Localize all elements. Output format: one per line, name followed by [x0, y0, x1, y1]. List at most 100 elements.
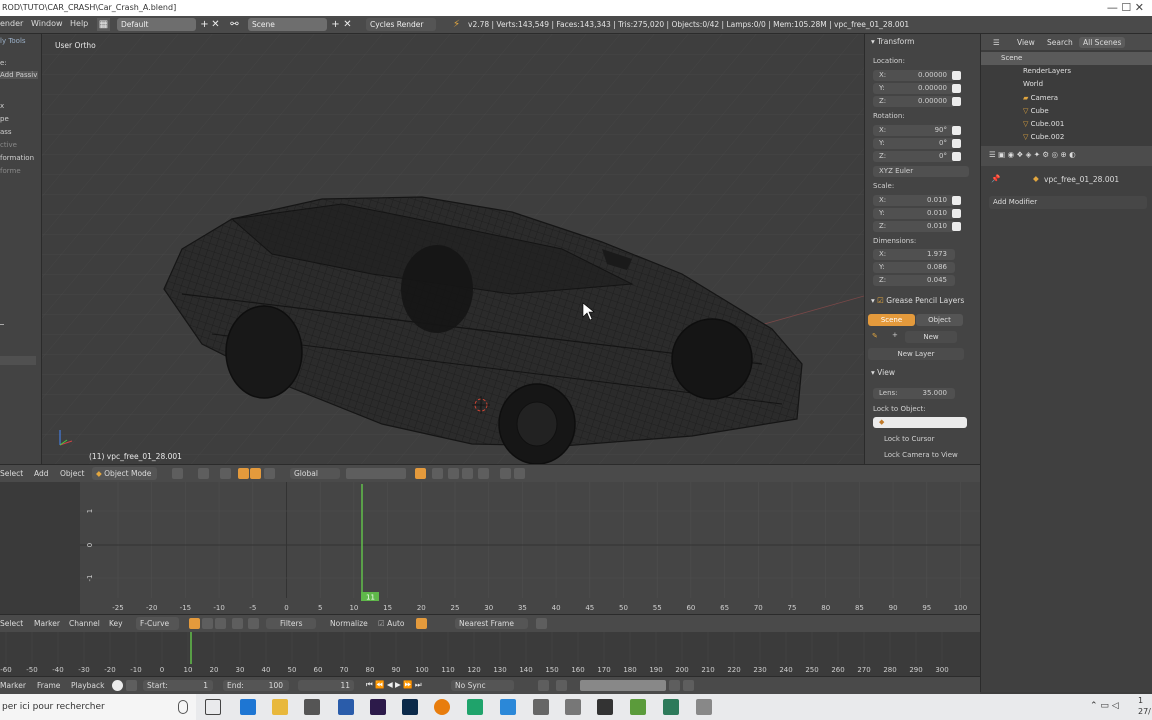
- camera-render-icon[interactable]: [514, 468, 525, 479]
- lens-field[interactable]: Lens: 35.000: [873, 388, 955, 399]
- snap-element-icon[interactable]: [478, 468, 489, 479]
- grease-object-tab[interactable]: Object: [916, 314, 963, 326]
- tool-item[interactable]: formation: [0, 154, 34, 162]
- location-y-field[interactable]: Y: 0.00000: [873, 83, 955, 94]
- paste-keys-icons[interactable]: [560, 618, 610, 629]
- current-frame-field[interactable]: 11: [298, 680, 354, 691]
- dimension-x-field[interactable]: X: 1.973: [873, 249, 955, 260]
- end-frame-field[interactable]: End: 100: [223, 680, 289, 691]
- pivot-icon[interactable]: [198, 468, 209, 479]
- graph-marker-menu[interactable]: Marker: [34, 619, 60, 628]
- copy-keys-icon[interactable]: [536, 618, 547, 629]
- timeline-frame-menu[interactable]: Frame: [37, 681, 60, 690]
- app-icon[interactable]: [663, 699, 679, 715]
- outliner-row-cube[interactable]: ▽ Cube: [981, 105, 1152, 118]
- grease-pencil-header[interactable]: ▾ ☑ Grease Pencil Layers: [871, 296, 964, 305]
- app-icon[interactable]: [565, 699, 581, 715]
- pencil-icon[interactable]: ✎: [872, 332, 878, 340]
- tool-slider[interactable]: [0, 356, 36, 365]
- 3d-viewport[interactable]: User Ortho (11) vpc_free_01_28.001: [42, 34, 864, 464]
- app-icon[interactable]: [467, 699, 483, 715]
- lock-icon[interactable]: [952, 126, 961, 135]
- window-controls[interactable]: — ☐ ✕: [1107, 0, 1144, 16]
- graph-key-menu[interactable]: Key: [109, 619, 123, 628]
- properties-tab-bar[interactable]: ☰ ▣ ◉ ❖ ◈ ✦ ⚙ ◎ ⊕ ◐: [981, 146, 1152, 166]
- outliner-row-camera[interactable]: ▰ Camera: [981, 92, 1152, 105]
- scene-icon[interactable]: ⚯: [228, 18, 241, 31]
- keyframe-icon[interactable]: [556, 680, 567, 691]
- menu-window[interactable]: Window: [31, 19, 63, 28]
- close-scene-icon[interactable]: ✕: [341, 18, 354, 31]
- outliner-search-menu[interactable]: Search: [1047, 38, 1073, 47]
- lock-icon[interactable]: [952, 152, 961, 161]
- playback-controls[interactable]: ⏮ ⏪ ◀ ▶ ⏩ ⏭: [366, 680, 422, 690]
- delete-keyframe-icon[interactable]: [683, 680, 694, 691]
- scale-y-field[interactable]: Y: 0.010: [873, 208, 955, 219]
- app-icon[interactable]: [500, 699, 516, 715]
- screen-layout-icon[interactable]: ▦: [97, 18, 110, 31]
- timeline-marker-menu[interactable]: Marker: [0, 681, 26, 690]
- snap-mode-select[interactable]: Nearest Frame: [455, 618, 528, 629]
- dimension-y-field[interactable]: Y: 0.086: [873, 262, 955, 273]
- pivot-point-icon[interactable]: [416, 618, 427, 629]
- grease-new-button[interactable]: New: [905, 331, 957, 343]
- edge-icon[interactable]: [240, 699, 256, 715]
- filters-button[interactable]: Filters: [266, 618, 317, 629]
- show-hidden-icon[interactable]: [202, 618, 213, 629]
- view-panel-header[interactable]: ▾ View: [871, 368, 895, 377]
- translate-icon[interactable]: [238, 468, 249, 479]
- graph-mode-select[interactable]: F-Curve: [136, 617, 180, 630]
- checkbox-icon[interactable]: ☑: [877, 296, 884, 305]
- record-icon[interactable]: [112, 680, 123, 691]
- auto-key-icon[interactable]: [538, 680, 549, 691]
- filter-icon[interactable]: [232, 618, 243, 629]
- mode-select[interactable]: ◆ Object Mode: [92, 467, 158, 480]
- new-layer-button[interactable]: New Layer: [868, 348, 964, 360]
- tool-item[interactable]: forme: [0, 167, 21, 175]
- tool-item[interactable]: e:: [0, 59, 7, 67]
- dimension-z-field[interactable]: Z: 0.045: [873, 275, 955, 286]
- outliner-row-scene[interactable]: Scene: [981, 52, 1152, 65]
- snap-target-icon[interactable]: [462, 468, 473, 479]
- app-icon[interactable]: [630, 699, 646, 715]
- graph-editor[interactable]: 11 1 0 -1 -25 -20 -15 -10 -5 0 5 10 15 20 25 30 35 40 45…: [0, 482, 980, 614]
- timeline-playback-menu[interactable]: Playback: [71, 681, 104, 690]
- scale-icon[interactable]: [264, 468, 275, 479]
- outliner-menu-icon[interactable]: ☰: [993, 38, 1000, 47]
- file-explorer-icon[interactable]: [272, 699, 288, 715]
- shading-icon[interactable]: [172, 468, 183, 479]
- location-z-field[interactable]: Z: 0.00000: [873, 96, 955, 107]
- microphone-icon[interactable]: [178, 700, 188, 714]
- outliner-row-renderlayers[interactable]: RenderLayers: [981, 65, 1152, 78]
- timeline[interactable]: -60 -50 -40 -30 -20 -10 0 10 20 30 40 50 60 70 80 90 100…: [0, 632, 980, 676]
- task-view-icon[interactable]: [205, 699, 221, 715]
- app-icon[interactable]: [696, 699, 712, 715]
- lock-object-field[interactable]: ◆: [873, 417, 967, 428]
- menu-render[interactable]: ender: [0, 19, 23, 28]
- tool-item[interactable]: ass: [0, 128, 12, 136]
- insert-keyframe-icon[interactable]: [669, 680, 680, 691]
- lock-icon[interactable]: [952, 97, 961, 106]
- manipulator-icon[interactable]: [220, 468, 231, 479]
- select-menu[interactable]: Select: [0, 469, 23, 478]
- tool-item[interactable]: ctive: [0, 141, 17, 149]
- lock-icon[interactable]: [952, 71, 961, 80]
- render-preview-icon[interactable]: [500, 468, 511, 479]
- proportional-edit-icon[interactable]: [432, 468, 443, 479]
- transform-panel-header[interactable]: ▾ Transform: [871, 37, 914, 46]
- lock-cursor-checkbox[interactable]: Lock to Cursor: [884, 435, 934, 443]
- grease-scene-tab[interactable]: Scene: [868, 314, 915, 326]
- lock-camera-checkbox[interactable]: Lock Camera to View: [884, 451, 958, 459]
- normalize-toggle[interactable]: Normalize: [330, 619, 368, 628]
- lock-icon[interactable]: [952, 139, 961, 148]
- keying-set-field[interactable]: [580, 680, 666, 691]
- sync-mode-select[interactable]: No Sync: [451, 680, 514, 691]
- orientation-select[interactable]: Global: [290, 468, 340, 479]
- scale-x-field[interactable]: X: 0.010: [873, 195, 955, 206]
- render-engine-select[interactable]: Cycles Render: [366, 18, 436, 31]
- scale-z-field[interactable]: Z: 0.010: [873, 221, 955, 232]
- photoshop-icon[interactable]: [402, 699, 418, 715]
- lock-layer-icon[interactable]: [415, 468, 426, 479]
- add-menu[interactable]: Add: [34, 469, 49, 478]
- menu-help[interactable]: Help: [70, 19, 88, 28]
